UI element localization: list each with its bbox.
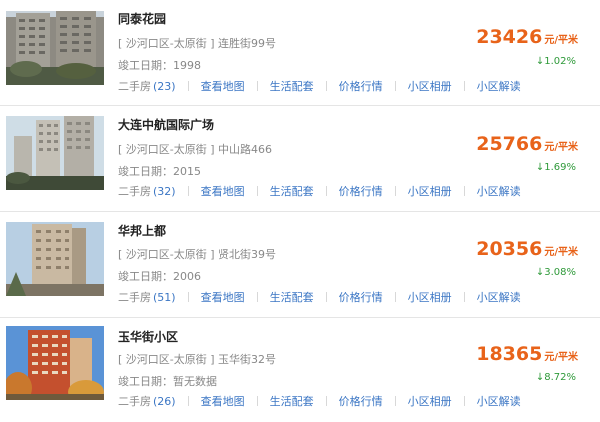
- community-address: [ 沙河口区-太原街 ] 中山路466: [118, 143, 273, 156]
- community-address: [ 沙河口区-太原街 ] 贤北街39号: [118, 248, 277, 261]
- divider: [187, 396, 189, 406]
- completion-date: 竣工日期：1998: [118, 59, 201, 72]
- property-photo[interactable]: [6, 222, 104, 296]
- divider: [187, 186, 189, 196]
- secondhand-count: (32): [153, 185, 176, 198]
- secondhand-count: (23): [153, 80, 176, 93]
- price-value: 18365: [476, 343, 543, 365]
- property-photo[interactable]: [6, 11, 104, 85]
- secondhand-label: 二手房: [118, 185, 151, 198]
- view-map-link[interactable]: 查看地图: [201, 289, 245, 305]
- community-review-link[interactable]: 小区解读: [477, 78, 521, 94]
- price-per-sqm: 18365 元/平米: [476, 343, 578, 365]
- building-photo-image: [6, 222, 104, 296]
- photo-album-link[interactable]: 小区相册: [408, 183, 452, 199]
- divider: [463, 396, 465, 406]
- community-name[interactable]: 同泰花园: [118, 10, 166, 27]
- view-map-link[interactable]: 查看地图: [201, 78, 245, 94]
- divider: [325, 81, 327, 91]
- secondhand-link[interactable]: 二手房 (26): [118, 393, 176, 409]
- price-trend-link[interactable]: 价格行情: [339, 78, 383, 94]
- building-photo-image: [6, 326, 104, 400]
- property-photo[interactable]: [6, 326, 104, 400]
- community-address: [ 沙河口区-太原街 ] 连胜街99号: [118, 37, 277, 50]
- divider: [256, 292, 258, 302]
- amenities-link[interactable]: 生活配套: [270, 289, 314, 305]
- price-per-sqm: 20356 元/平米: [476, 238, 578, 260]
- divider: [394, 292, 396, 302]
- divider: [394, 186, 396, 196]
- price-value: 23426: [476, 26, 543, 48]
- property-photo[interactable]: [6, 116, 104, 190]
- price-trend-link[interactable]: 价格行情: [339, 393, 383, 409]
- divider: [325, 186, 327, 196]
- building-photo-image: [6, 116, 104, 190]
- view-map-link[interactable]: 查看地图: [201, 393, 245, 409]
- amenities-link[interactable]: 生活配套: [270, 78, 314, 94]
- listing-item: 华邦上都 [ 沙河口区-太原街 ] 贤北街39号 竣工日期：2006 二手房 (5…: [0, 212, 600, 318]
- photo-album-link[interactable]: 小区相册: [408, 289, 452, 305]
- community-address: [ 沙河口区-太原街 ] 玉华街32号: [118, 353, 277, 366]
- secondhand-link[interactable]: 二手房 (51): [118, 289, 176, 305]
- price-trend-link[interactable]: 价格行情: [339, 289, 383, 305]
- price-per-sqm: 23426 元/平米: [476, 26, 578, 48]
- completion-date: 竣工日期：暂无数据: [118, 375, 217, 388]
- secondhand-count: (51): [153, 291, 176, 304]
- secondhand-count: (26): [153, 395, 176, 408]
- price-change: ↓3.08%: [535, 267, 576, 278]
- photo-album-link[interactable]: 小区相册: [408, 78, 452, 94]
- price-unit: 元/平米: [544, 247, 578, 258]
- divider: [256, 81, 258, 91]
- price-trend-link[interactable]: 价格行情: [339, 183, 383, 199]
- community-review-link[interactable]: 小区解读: [477, 183, 521, 199]
- community-name[interactable]: 华邦上都: [118, 222, 166, 239]
- listing-item: 玉华街小区 [ 沙河口区-太原街 ] 玉华街32号 竣工日期：暂无数据 二手房(…: [0, 318, 600, 422]
- listing-item: 大连中航国际广场 [ 沙河口区-太原街 ] 中山路466 竣工日期：2015 二…: [0, 106, 600, 212]
- community-review-link[interactable]: 小区解读: [477, 289, 521, 305]
- divider: [187, 292, 189, 302]
- completion-date: 竣工日期：2006: [118, 270, 201, 283]
- divider: [463, 186, 465, 196]
- listing-item: 同泰花园 [ 沙河口区-太原街 ] 连胜街99号 竣工日期：1998 二手房 (2…: [0, 0, 600, 106]
- view-map-link[interactable]: 查看地图: [201, 183, 245, 199]
- community-name[interactable]: 大连中航国际广场: [118, 116, 214, 133]
- divider: [394, 396, 396, 406]
- secondhand-label: 二手房: [118, 80, 151, 93]
- divider: [325, 396, 327, 406]
- action-links: 二手房 (32) 查看地图 生活配套 价格行情 小区相册 小区解读: [118, 183, 521, 199]
- divider: [463, 292, 465, 302]
- price-value: 25766: [476, 133, 543, 155]
- price-unit: 元/平米: [544, 352, 578, 363]
- price-change: ↓1.69%: [535, 162, 576, 173]
- secondhand-label: 二手房: [118, 291, 151, 304]
- price-per-sqm: 25766 元/平米: [476, 133, 578, 155]
- divider: [463, 81, 465, 91]
- price-value: 20356: [476, 238, 543, 260]
- amenities-link[interactable]: 生活配套: [270, 183, 314, 199]
- price-unit: 元/平米: [544, 142, 578, 153]
- action-links: 二手房 (26) 查看地图 生活配套 价格行情 小区相册 小区解读: [118, 393, 521, 409]
- divider: [325, 292, 327, 302]
- community-review-link[interactable]: 小区解读: [477, 393, 521, 409]
- divider: [256, 186, 258, 196]
- building-photo-image: [6, 11, 104, 85]
- completion-date: 竣工日期：2015: [118, 165, 201, 178]
- secondhand-label: 二手房: [118, 395, 151, 408]
- divider: [256, 396, 258, 406]
- price-unit: 元/平米: [544, 35, 578, 46]
- community-name[interactable]: 玉华街小区: [118, 328, 178, 345]
- divider: [187, 81, 189, 91]
- divider: [394, 81, 396, 91]
- secondhand-link[interactable]: 二手房 (23): [118, 78, 176, 94]
- secondhand-link[interactable]: 二手房 (32): [118, 183, 176, 199]
- price-change: ↓8.72%: [535, 372, 576, 383]
- action-links: 二手房 (51) 查看地图 生活配套 价格行情 小区相册 小区解读: [118, 289, 521, 305]
- photo-album-link[interactable]: 小区相册: [408, 393, 452, 409]
- action-links: 二手房 (23) 查看地图 生活配套 价格行情 小区相册 小区解读: [118, 78, 521, 94]
- amenities-link[interactable]: 生活配套: [270, 393, 314, 409]
- price-change: ↓1.02%: [535, 56, 576, 67]
